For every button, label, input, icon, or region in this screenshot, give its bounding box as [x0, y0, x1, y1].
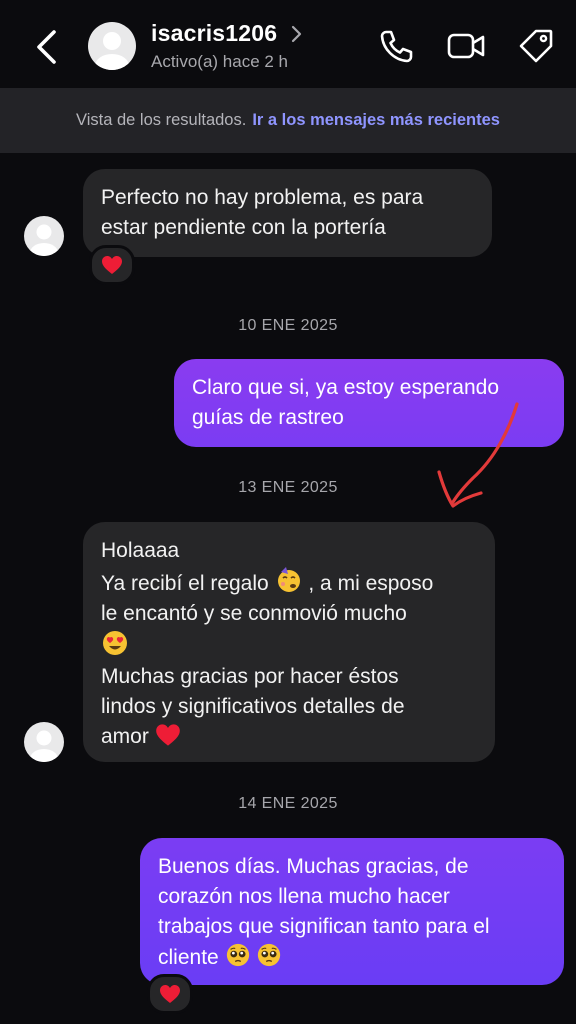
sender-avatar[interactable]	[24, 722, 64, 762]
heart-icon	[160, 985, 180, 1003]
jump-to-recent-link[interactable]: Ir a los mensajes más recientes	[252, 111, 500, 130]
activity-status: Activo(a) hace 2 h	[151, 52, 289, 71]
message-line: cliente	[158, 942, 546, 973]
message-line: amor	[101, 722, 477, 752]
message-bubble-incoming[interactable]: Holaaaa Ya recibí el regalo , a mi espos…	[83, 522, 495, 762]
heart-icon	[155, 724, 180, 746]
message-line: lindos y significativos detalles de	[101, 695, 405, 718]
phone-icon[interactable]	[376, 26, 416, 66]
heart-eyes-icon	[103, 631, 127, 655]
message-text: Buenos días. Muchas gracias, de corazón …	[158, 855, 490, 938]
date-separator: 10 ENE 2025	[238, 317, 338, 334]
message-line: Muchas gracias por hacer éstos	[101, 665, 399, 688]
sender-avatar[interactable]	[24, 216, 64, 256]
banner-text: Vista de los resultados.	[76, 111, 247, 129]
video-icon[interactable]	[446, 26, 486, 66]
message-bubble-incoming[interactable]: Perfecto no hay problema, es para estar …	[83, 169, 492, 257]
reaction-badge[interactable]	[89, 245, 135, 285]
heart-icon	[102, 256, 122, 274]
message-line: Holaaaa	[101, 539, 180, 562]
pleading-face-icon	[258, 943, 281, 967]
date-separator: 14 ENE 2025	[238, 795, 338, 812]
message-bubble-outgoing[interactable]: Buenos días. Muchas gracias, de corazón …	[140, 838, 564, 985]
smiling-face-with-hearts-icon	[277, 567, 300, 592]
search-results-banner: Vista de los resultados. Ir a los mensaj…	[0, 88, 576, 153]
message-line	[101, 629, 477, 662]
annotation-arrow	[437, 402, 519, 508]
chat-header: isacris1206 Activo(a) hace 2 h	[0, 0, 576, 88]
chevron-right-icon[interactable]	[289, 24, 303, 44]
reaction-badge[interactable]	[147, 974, 193, 1014]
pleading-face-icon	[226, 943, 249, 967]
profile-avatar[interactable]	[88, 22, 136, 70]
date-separator: 13 ENE 2025	[238, 479, 338, 496]
username[interactable]: isacris1206	[151, 20, 277, 47]
tag-icon[interactable]	[516, 26, 556, 66]
message-line: le encantó y se conmovió mucho	[101, 602, 407, 625]
message-line: Ya recibí el regalo , a mi esposo	[101, 566, 477, 599]
back-arrow-icon[interactable]	[30, 28, 64, 66]
